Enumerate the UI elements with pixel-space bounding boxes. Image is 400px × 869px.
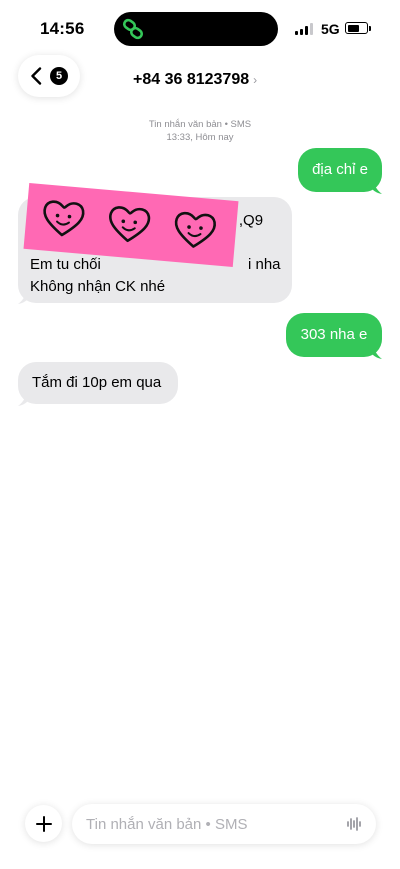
message-input[interactable] <box>72 804 376 844</box>
unread-badge: 5 <box>50 67 68 85</box>
message-timestamp: 13:33, Hôm nay <box>166 132 234 143</box>
bubble-tail <box>368 180 382 194</box>
heart-face-icon <box>174 211 216 248</box>
signal-icon <box>295 23 313 35</box>
network-type: 5G <box>321 21 340 37</box>
heart-face-icon <box>109 206 151 243</box>
heart-face-icon <box>43 200 85 237</box>
status-bar: 14:56 5G <box>0 0 400 56</box>
chevron-right-icon: › <box>253 73 258 87</box>
message-text-line: i nha <box>248 256 281 273</box>
bubble-tail <box>18 392 32 406</box>
status-time: 14:56 <box>40 19 85 38</box>
battery-icon <box>345 22 368 34</box>
contact-name: +84 36 8123798 <box>133 71 250 88</box>
message-text-line: Em tu chối <box>30 256 101 273</box>
add-attachment-button[interactable] <box>25 805 62 842</box>
battery-cap <box>369 26 371 31</box>
bubble-tail <box>368 345 382 359</box>
message-type: Tin nhắn văn bản • SMS <box>148 119 252 130</box>
received-message-bubble[interactable]: Tắm đi 10p em qua <box>18 362 178 404</box>
contact-header[interactable]: +84 36 8123798 › <box>133 71 257 89</box>
thread-meta: Tin nhắn văn bản • SMS 13:33, Hôm nay <box>0 118 400 144</box>
message-text: 303 nha e <box>300 326 368 343</box>
message-text: Tắm đi 10p em qua <box>32 374 162 391</box>
link-icon <box>122 18 144 40</box>
plus-icon <box>35 815 52 832</box>
message-text-line: Không nhận CK nhé <box>30 278 166 295</box>
waveform-icon[interactable] <box>346 816 362 832</box>
back-button[interactable]: 5 <box>18 55 80 97</box>
message-text: địa chỉ e <box>312 161 368 178</box>
dynamic-island[interactable] <box>114 12 278 46</box>
chevron-left-icon <box>31 67 42 85</box>
